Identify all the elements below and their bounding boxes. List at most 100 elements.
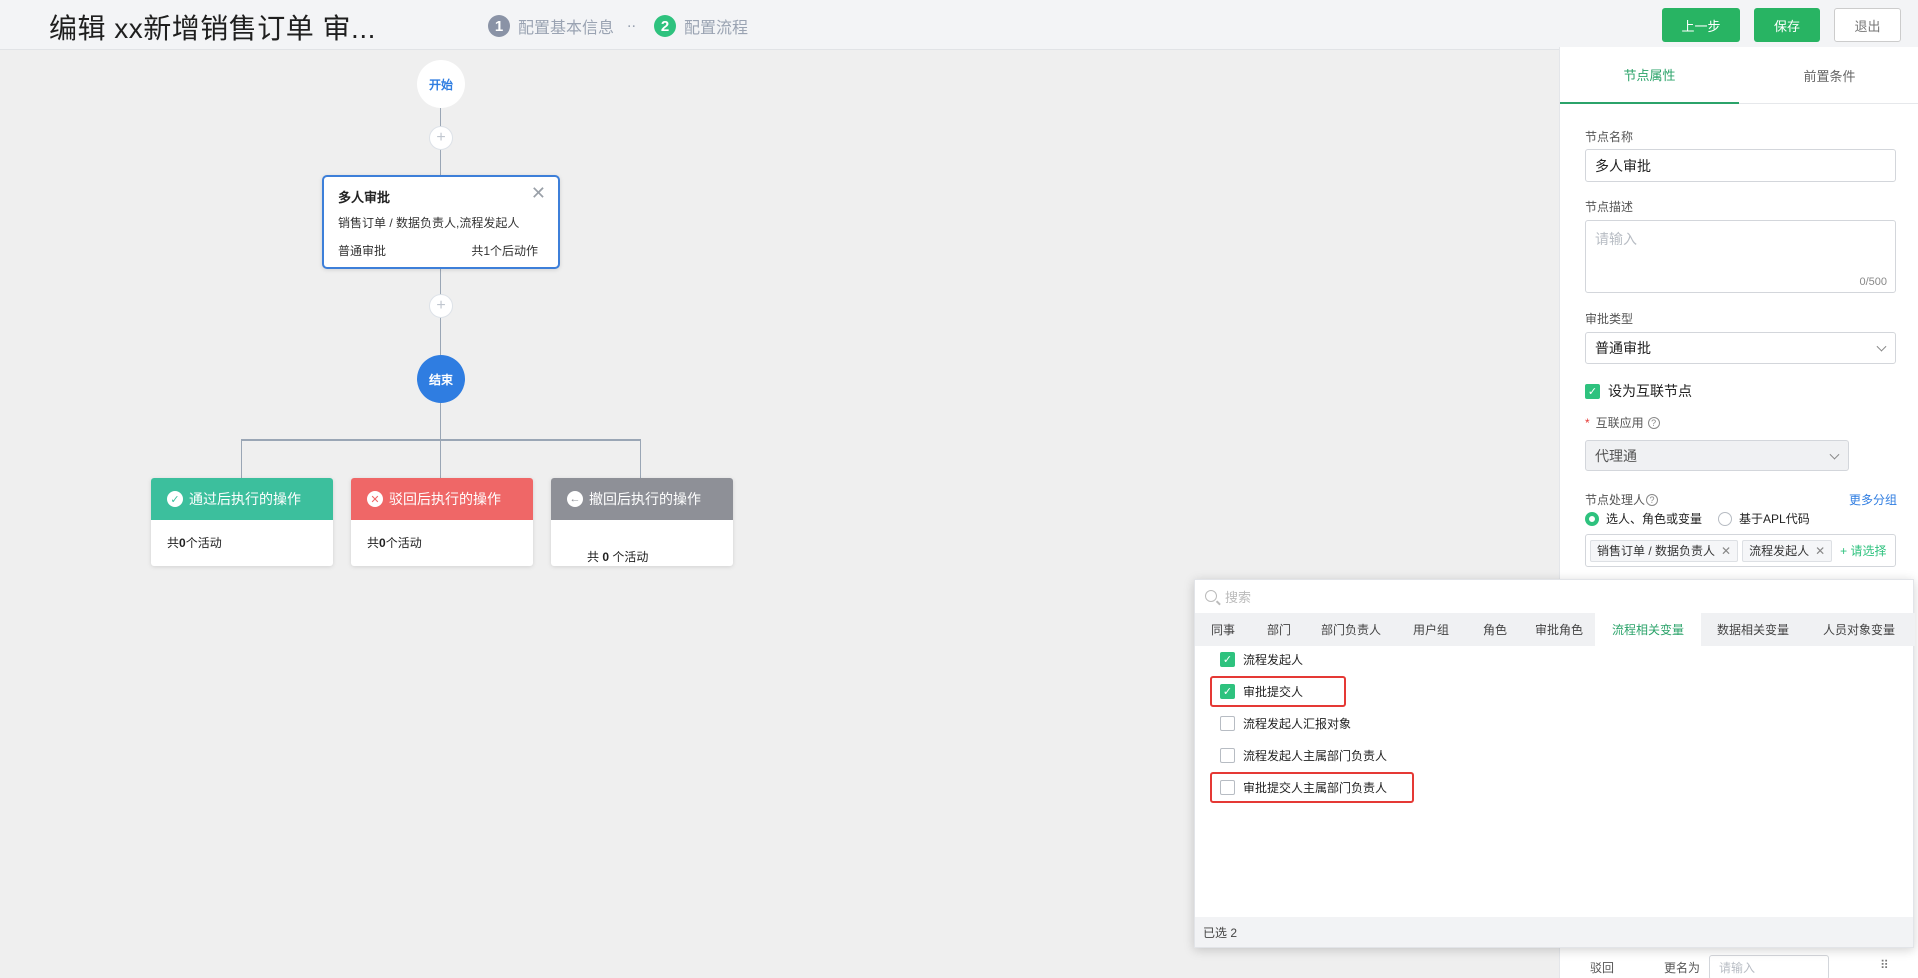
tab-preconditions[interactable]: 前置条件 — [1740, 47, 1918, 104]
rename-input[interactable]: 请输入 — [1709, 955, 1829, 978]
node-name-value: 多人审批 — [1595, 157, 1651, 174]
rename-label: 更名为 — [1664, 961, 1701, 975]
option-label: 流程发起人汇报对象 — [1243, 717, 1352, 731]
step-basic-info[interactable]: 1 配置基本信息 — [488, 14, 614, 38]
op-count: 0 — [379, 536, 386, 550]
char-counter: 0/500 — [1859, 276, 1887, 288]
picker-tab-user-group[interactable]: 用户组 — [1395, 613, 1467, 646]
picker-tabs: 同事 部门 部门负责人 用户组 角色 审批角色 流程相关变量 数据相关变量 人员… — [1195, 613, 1915, 646]
add-node-button[interactable]: + — [429, 294, 453, 318]
approval-type-select[interactable]: 普通审批 — [1585, 332, 1896, 364]
exit-button[interactable]: 退出 — [1834, 8, 1901, 42]
node-name-input[interactable]: 多人审批 — [1585, 149, 1896, 182]
picker-tab-dept-head[interactable]: 部门负责人 — [1307, 613, 1395, 646]
check-circle-icon: ✓ — [167, 491, 183, 507]
op-count-prefix: 共 — [167, 536, 180, 550]
picker-option[interactable]: 流程发起人主属部门负责人 — [1220, 747, 1387, 764]
picker-tab-approval-role[interactable]: 审批角色 — [1523, 613, 1595, 646]
picker-tab-department[interactable]: 部门 — [1251, 613, 1307, 646]
node-desc-textarea[interactable]: 请输入 0/500 — [1585, 220, 1896, 293]
branch-line — [241, 439, 641, 441]
checkbox-unchecked-icon[interactable] — [1220, 748, 1235, 763]
node-action-count: 共1个后动作 — [471, 244, 538, 258]
op-title: 撤回后执行的操作 — [589, 491, 701, 507]
picker-search-input[interactable]: 搜索 — [1195, 580, 1915, 612]
help-icon[interactable]: ? — [1646, 493, 1659, 506]
picker-option[interactable]: ✓ 流程发起人 — [1220, 651, 1303, 668]
interconnect-checkbox-row[interactable]: ✓ 设为互联节点 — [1585, 381, 1692, 401]
radio-selected-icon[interactable] — [1585, 511, 1599, 526]
interconnect-app-select[interactable]: 代理通 — [1585, 440, 1849, 471]
op-activity-count: 共0个活动 — [351, 520, 533, 551]
help-icon[interactable]: ? — [1647, 416, 1660, 429]
node-desc-label: 节点描述 — [1585, 200, 1634, 214]
end-node[interactable]: 结束 — [417, 355, 465, 403]
op-count-suffix: 个活动 — [609, 550, 649, 564]
chevron-down-icon — [1876, 341, 1887, 352]
op-header: ← 撤回后执行的操作 — [551, 478, 733, 520]
step-number: 2 — [654, 15, 676, 37]
close-icon[interactable]: ✕ — [531, 183, 546, 204]
op-title: 驳回后执行的操作 — [389, 491, 501, 507]
selected-tag: 流程发起人 ✕ — [1742, 539, 1833, 562]
close-icon[interactable]: ✕ — [1815, 544, 1825, 558]
reject-label: 驳回 — [1590, 961, 1615, 975]
op-header: ✕ 驳回后执行的操作 — [351, 478, 533, 520]
drag-handle-icon[interactable]: ⠿ — [1880, 958, 1889, 972]
picker-tab-process-variables[interactable]: 流程相关变量 — [1595, 613, 1701, 646]
arrow-left-circle-icon: ← — [567, 491, 583, 507]
add-select-link[interactable]: + 请选择 — [1840, 542, 1886, 559]
step-config-flow[interactable]: 2 配置流程 — [654, 14, 748, 38]
tag-label: 流程发起人 — [1749, 544, 1810, 558]
start-node[interactable]: 开始 — [417, 60, 465, 108]
rename-placeholder: 请输入 — [1719, 961, 1756, 975]
add-node-button[interactable]: + — [429, 126, 453, 150]
checkbox-unchecked-icon[interactable] — [1220, 716, 1235, 731]
picker-tab-role[interactable]: 角色 — [1467, 613, 1523, 646]
op-count-suffix: 个活动 — [185, 536, 222, 550]
op-activity-count: 共 0 个活动 — [551, 520, 733, 579]
radio-option-label[interactable]: 基于APL代码 — [1739, 510, 1810, 527]
picker-option[interactable]: 流程发起人汇报对象 — [1220, 715, 1351, 732]
op-count: 0 — [179, 536, 186, 550]
tag-label: 销售订单 / 数据负责人 — [1597, 544, 1716, 558]
approval-type-label: 审批类型 — [1585, 312, 1634, 326]
op-box-withdraw[interactable]: ← 撤回后执行的操作 共 0 个活动 — [551, 478, 733, 566]
connector-line — [241, 439, 242, 478]
op-count-prefix: 共 — [587, 550, 603, 564]
radio-unselected-icon[interactable] — [1718, 511, 1733, 526]
interconnect-app-label-row: * 互联应用 ? — [1585, 414, 1660, 431]
op-title: 通过后执行的操作 — [189, 491, 301, 507]
handler-tag-input[interactable]: 销售订单 / 数据负责人 ✕ 流程发起人 ✕ + 请选择 — [1585, 534, 1896, 567]
op-box-reject[interactable]: ✕ 驳回后执行的操作 共0个活动 — [351, 478, 533, 566]
approval-node-card[interactable]: 多人审批 ✕ 销售订单 / 数据负责人,流程发起人 普通审批 共1个后动作 — [322, 175, 560, 269]
prev-step-button[interactable]: 上一步 — [1662, 8, 1740, 42]
handler-label-row: 节点处理人 ? — [1585, 491, 1659, 508]
selected-tag: 销售订单 / 数据负责人 ✕ — [1590, 539, 1739, 562]
interconnect-app-value: 代理通 — [1595, 447, 1637, 464]
picker-tab-person-object-variables[interactable]: 人员对象变量 — [1805, 613, 1913, 646]
top-header: 编辑 xx新增销售订单 审... 1 配置基本信息 .. 2 配置流程 上一步 … — [0, 0, 1918, 50]
checkbox-checked-icon[interactable]: ✓ — [1585, 383, 1600, 399]
step-label: 配置流程 — [684, 20, 749, 37]
interconnect-app-label: 互联应用 — [1595, 416, 1644, 430]
radio-option-label[interactable]: 选人、角色或变量 — [1606, 510, 1702, 527]
picker-tab-colleague[interactable]: 同事 — [1195, 613, 1251, 646]
option-label: 流程发起人主属部门负责人 — [1243, 749, 1388, 763]
node-approval-type: 普通审批 — [338, 244, 387, 258]
picker-tab-data-variables[interactable]: 数据相关变量 — [1701, 613, 1805, 646]
page-title: 编辑 xx新增销售订单 审... — [49, 13, 376, 44]
checkbox-checked-icon[interactable]: ✓ — [1220, 652, 1235, 667]
save-button[interactable]: 保存 — [1754, 8, 1820, 42]
op-box-approve[interactable]: ✓ 通过后执行的操作 共0个活动 — [151, 478, 333, 566]
step-separator: .. — [627, 14, 636, 31]
tab-node-properties[interactable]: 节点属性 — [1560, 47, 1739, 104]
close-icon[interactable]: ✕ — [1721, 544, 1731, 558]
picker-selected-count: 已选 2 — [1195, 917, 1913, 947]
close-circle-icon: ✕ — [367, 491, 383, 507]
required-marker: * — [1585, 415, 1590, 430]
node-title: 多人审批 — [338, 190, 391, 205]
search-placeholder: 搜索 — [1225, 589, 1252, 605]
more-groups-link[interactable]: 更多分组 — [1849, 491, 1897, 508]
node-name-label: 节点名称 — [1585, 130, 1634, 144]
